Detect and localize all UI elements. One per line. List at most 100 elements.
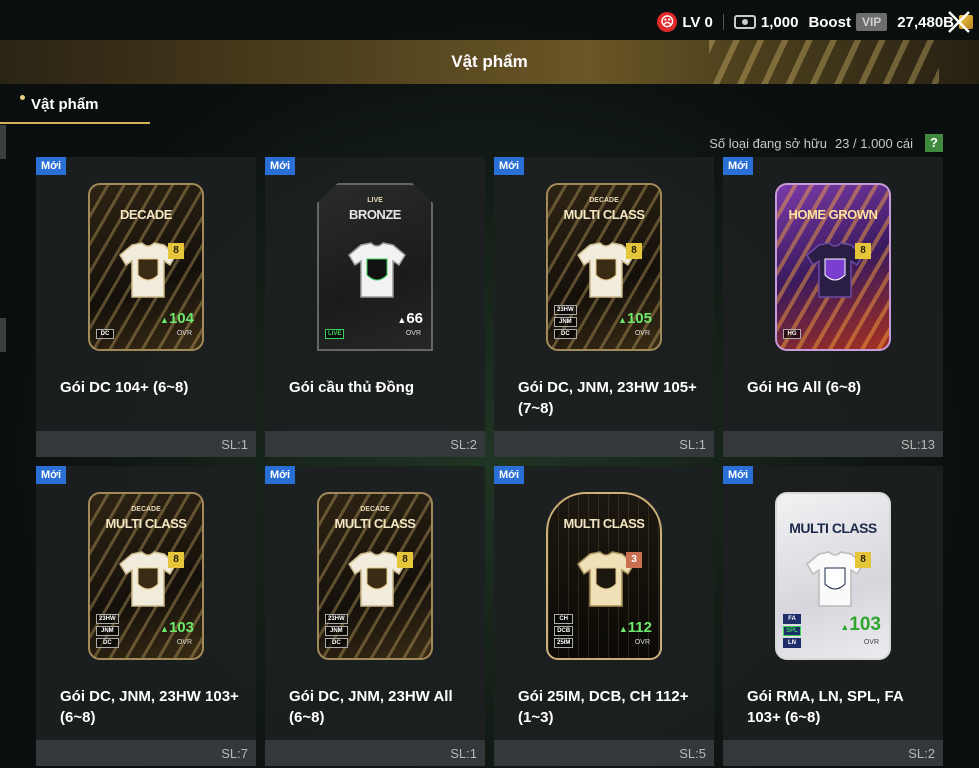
card-title: BRONZE: [349, 207, 401, 222]
card-tags: CH DCB 25IM: [554, 614, 574, 648]
ovr-number: 105: [626, 310, 652, 327]
ovr-number: 104: [168, 310, 194, 327]
card-tags: LIVE: [325, 329, 345, 339]
card-tags: DC: [96, 329, 114, 339]
new-badge: Mới: [36, 466, 67, 484]
level-indicator: ☹ LV 0: [657, 12, 713, 32]
card-title: MULTI CLASS: [105, 516, 187, 531]
item-quantity: SL:2: [908, 746, 935, 761]
ovr-number: 66: [406, 310, 423, 327]
card-subtitle: DECADE: [589, 197, 619, 204]
level-badge: 8: [855, 552, 871, 568]
item-tile[interactable]: Mới DECADE MULTI CLASS 8 ▲103 OVR 23HW JN…: [36, 466, 256, 766]
item-tile[interactable]: Mới HOME GROWN 8 HG Gói HG All (6~8) SL:…: [723, 157, 943, 457]
new-badge: Mới: [36, 157, 67, 175]
card-subtitle: LIVE: [367, 197, 383, 204]
level-badge: 8: [626, 243, 642, 259]
level-badge: 3: [626, 552, 642, 568]
owned-count: Số loại đang sở hữu 23 / 1.000 cái: [709, 136, 913, 151]
ovr-up-icon: ▲: [840, 622, 850, 632]
item-footer: SL:13: [723, 431, 943, 457]
item-tile[interactable]: Mới DECADE MULTI CLASS 8 ▲105 OVR 23HW JN…: [494, 157, 714, 457]
ovr-up-icon: ▲: [160, 315, 169, 325]
pack-card: HOME GROWN 8 HG: [775, 183, 891, 351]
item-name: Gói DC, JNM, 23HW 105+ (7~8): [518, 379, 697, 417]
active-dot-icon: [20, 95, 25, 100]
boost-indicator[interactable]: Boost VIP: [808, 13, 888, 31]
ovr-value: ▲104: [160, 310, 194, 327]
item-quantity: SL:1: [679, 437, 706, 452]
pack-card: LIVE BRONZE ▲66 OVR LIVE: [317, 183, 433, 351]
card-tags: 23HW JNM DC: [325, 614, 348, 648]
vip-badge: VIP: [855, 13, 888, 31]
item-name: Gói DC, JNM, 23HW All (6~8): [289, 688, 453, 726]
divider: [722, 14, 724, 30]
card-title: DECADE: [120, 207, 172, 222]
level-badge: 8: [855, 243, 871, 259]
item-footer: SL:2: [265, 431, 485, 457]
item-name: Gói HG All (6~8): [747, 379, 862, 396]
ovr-label: OVR: [634, 330, 650, 337]
level-badge: 8: [397, 552, 413, 568]
card-tag: JNM: [554, 317, 577, 327]
help-button[interactable]: ?: [925, 134, 943, 152]
page-header: Vật phẩm: [0, 40, 979, 84]
sad-face-icon: ☹: [657, 12, 678, 32]
close-button[interactable]: [945, 8, 973, 36]
item-name: Gói cầu thủ Đồng: [289, 379, 414, 396]
tab-items[interactable]: Vật phẩm: [0, 90, 150, 124]
item-footer: SL:5: [494, 740, 714, 766]
item-name: Gói 25IM, DCB, CH 112+ (1~3): [518, 688, 689, 726]
item-footer: SL:1: [494, 431, 714, 457]
ovr-value: ▲66: [397, 310, 423, 327]
ovr-label: OVR: [176, 330, 192, 337]
close-icon: [948, 11, 970, 33]
item-tile[interactable]: Mới MULTI CLASS 3 ▲112 OVR CH DCB 25IM Gói…: [494, 466, 714, 766]
item-quantity: SL:13: [901, 437, 935, 452]
card-subtitle: DECADE: [360, 506, 390, 513]
item-tile[interactable]: Mới DECADE MULTI CLASS 8 23HW JNM DC Gói D…: [265, 466, 485, 766]
card-title: MULTI CLASS: [789, 520, 877, 536]
jersey-icon: [347, 241, 407, 299]
pack-card: MULTI CLASS 3 ▲112 OVR CH DCB 25IM: [546, 492, 662, 660]
ovr-up-icon: ▲: [160, 624, 169, 634]
ovr-number: 103: [168, 619, 194, 636]
card-title: MULTI CLASS: [563, 207, 645, 222]
page-title: Vật phẩm: [451, 52, 528, 71]
card-tag: JNM: [96, 626, 119, 636]
ovr-number: 103: [849, 614, 881, 635]
item-name: Gói DC 104+ (6~8): [60, 379, 189, 396]
card-tag: DC: [96, 638, 119, 648]
card-tag: CH: [554, 614, 574, 624]
item-tile[interactable]: Mới LIVE BRONZE ▲66 OVR LIVE Gói cầu thủ…: [265, 157, 485, 457]
item-name: Gói RMA, LN, SPL, FA 103+ (6~8): [747, 688, 904, 726]
pack-card: DECADE MULTI CLASS 8 ▲103 OVR 23HW JNM DC: [88, 492, 204, 660]
coin-balance[interactable]: 1,000: [733, 13, 798, 31]
item-tile[interactable]: Mới MULTI CLASS 8 ▲103 OVR FA SPL LN Gói R…: [723, 466, 943, 766]
card-subtitle: DECADE: [131, 506, 161, 513]
level-badge: 8: [168, 243, 184, 259]
item-footer: SL:7: [36, 740, 256, 766]
card-tags: FA SPL LN: [783, 614, 801, 648]
item-quantity: SL:7: [221, 746, 248, 761]
card-title: MULTI CLASS: [334, 516, 416, 531]
new-badge: Mới: [723, 466, 754, 484]
ovr-value: ▲103: [840, 614, 881, 636]
level-badge: 8: [168, 552, 184, 568]
ovr-label: OVR: [405, 330, 421, 337]
owned-value: 23 / 1.000 cái: [834, 136, 913, 151]
item-tile[interactable]: Mới DECADE 8 ▲104 OVR DC Gói DC 104+ (6~…: [36, 157, 256, 457]
pack-card: DECADE MULTI CLASS 8 23HW JNM DC: [317, 492, 433, 660]
ovr-up-icon: ▲: [397, 315, 407, 325]
owned-label: Số loại đang sở hữu: [709, 136, 827, 151]
item-footer: SL:2: [723, 740, 943, 766]
pack-card: MULTI CLASS 8 ▲103 OVR FA SPL LN: [775, 492, 891, 660]
card-title: MULTI CLASS: [563, 516, 645, 531]
card-tag: HG: [783, 329, 801, 339]
ovr-up-icon: ▲: [618, 624, 628, 634]
card-tag: DC: [325, 638, 348, 648]
card-tag: LN: [783, 638, 801, 648]
card-tag: SPL: [783, 626, 801, 636]
item-quantity: SL:2: [450, 437, 477, 452]
pack-card: DECADE MULTI CLASS 8 ▲105 OVR 23HW JNM DC: [546, 183, 662, 351]
